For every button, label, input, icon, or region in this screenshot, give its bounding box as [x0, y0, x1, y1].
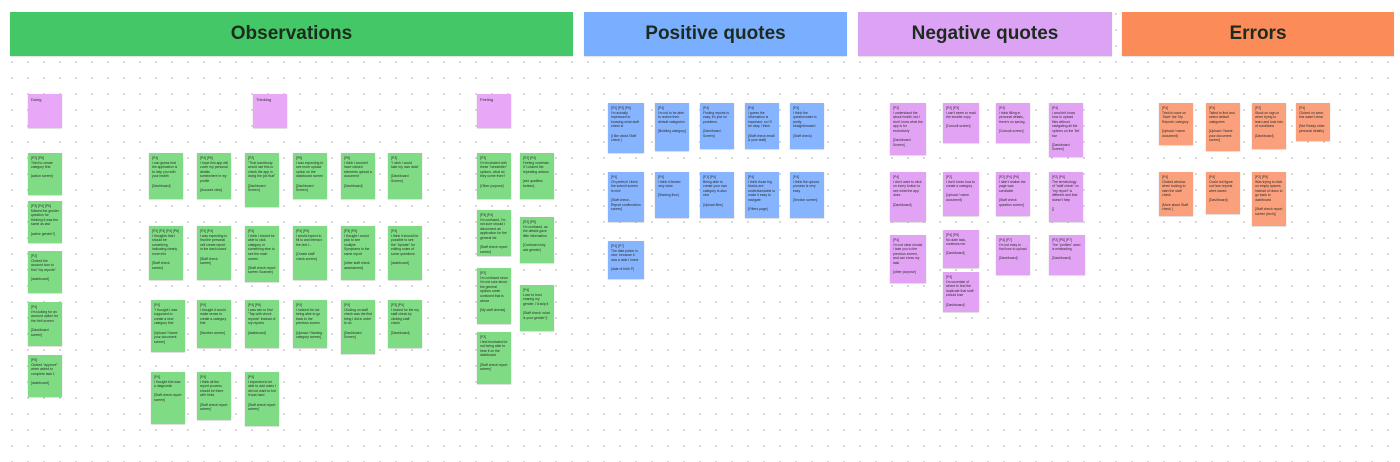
sticky-note-negative-quote[interactable]: [P2] I understand the about health, but … [890, 103, 926, 155]
sticky-note-thinking[interactable]: [P4] [P5] I would expect to fill to and … [293, 226, 327, 280]
sticky-note-negative-quote[interactable]: [P2] [P4] The terminology of "staff chec… [1049, 172, 1083, 222]
label-doing[interactable]: Doing [28, 94, 62, 128]
sticky-note-thinking[interactable]: [P3] "I wish I could take my own data" [… [388, 153, 422, 199]
sticky-note-positive-quote[interactable]: [P4] I think the upload process is very … [790, 172, 824, 218]
sticky-note-thinking[interactable]: [P3] [P5] I thought I would pick to see … [341, 226, 375, 280]
sticky-note-feeling[interactable]: [P2] [P4] Feeling uncertain if I clicked… [520, 153, 554, 199]
sticky-note-doing[interactable]: [P2] [P6] Tried to create category first… [28, 153, 62, 195]
sticky-note-error[interactable]: [P2] Stuck on sign-in when trying to lea… [1252, 103, 1286, 149]
sticky-note-error[interactable]: [P4] Tried to save on 'Save' the 'My Rep… [1159, 103, 1193, 145]
header-errors[interactable]: Errors [1122, 12, 1394, 56]
sticky-note-negative-quote[interactable]: [P4] [P5] No date task, confuses me [Das… [943, 230, 979, 268]
sticky-note-positive-quote[interactable]: [P4] Finding reports is easy, it's just … [700, 103, 734, 149]
sticky-note-feeling[interactable]: [P2] I'm confused since I'm not sure abo… [477, 268, 511, 324]
sticky-note-thinking[interactable]: [P4] I thought it would make sense to cr… [197, 300, 231, 348]
sticky-note-thinking[interactable]: [P2] [P4] I was expecting to find the pe… [197, 226, 231, 280]
sticky-note-doing[interactable]: [P2] Clicked the account icon to find "m… [28, 251, 62, 293]
sticky-note-error[interactable]: [P4] Tailed to find and select default c… [1206, 103, 1240, 151]
sticky-note-positive-quote[interactable]: [P4] I guess the information is importan… [745, 103, 779, 149]
sticky-note-thinking[interactable]: [P4] I thought this was a diagnostic [St… [151, 372, 185, 424]
sticky-note-feeling[interactable]: [P2] I feel frustrated for not being abl… [477, 332, 511, 384]
sticky-note-thinking[interactable]: [P2] [P3] [P4] [P6] I thoughts that I sh… [149, 226, 183, 280]
sticky-note-negative-quote[interactable]: [P2] [P3] I can't seem to read the small… [943, 103, 979, 143]
sticky-note-doing[interactable]: [P3] [P4] [P6] Missed the gender questio… [28, 201, 62, 243]
sticky-note-thinking[interactable]: [P4] I think all the report process shou… [197, 372, 231, 420]
label-thinking[interactable]: Thinking [253, 94, 287, 128]
sticky-note-thinking[interactable]: [P4] [P6] I hope this app will cover my … [197, 153, 231, 199]
sticky-note-positive-quote[interactable]: [P4] I'm not to be able to review their … [655, 103, 689, 151]
sticky-note-thinking[interactable]: [P4] I expected to be able to add notes … [245, 372, 279, 426]
sticky-note-thinking[interactable]: [P5] I was expecting to see more upload … [293, 153, 327, 199]
sticky-note-doing[interactable]: [P5] Clicked "approve" when asked to com… [28, 355, 62, 397]
sticky-note-thinking[interactable]: [P4] "I thought I was supposed to create… [151, 300, 185, 352]
sticky-note-thinking[interactable]: [P2] "That somebody would use this to ch… [245, 153, 279, 207]
sticky-note-thinking[interactable]: [P4] I think I should be able to click c… [245, 226, 279, 282]
sticky-note-thinking[interactable]: [P6] I think I wouldn't have clicked ele… [341, 153, 375, 199]
sticky-note-negative-quote[interactable]: [P4] I don't want to click on every butt… [890, 172, 926, 222]
sticky-note-thinking[interactable]: [P4] I noticed for not being able to go … [293, 300, 327, 348]
sticky-note-positive-quote[interactable]: [P4] Oh perfect! I think the submit scre… [608, 172, 644, 222]
sticky-note-error[interactable]: [P4] Could not figure out how reports we… [1206, 172, 1240, 214]
sticky-note-negative-quote[interactable]: [P2] [P4] [P6] I didn't realise the page… [996, 172, 1030, 216]
sticky-note-positive-quote[interactable]: [P2] [P3] [P6] I'm actually impressed to… [608, 103, 644, 153]
sticky-note-positive-quote[interactable]: [P4] [P7] The date picker is nice, becau… [608, 241, 644, 279]
label-feeling[interactable]: Feeling [477, 94, 511, 128]
sticky-note-feeling[interactable]: [P4] Lose to trust sharing my gender, I'… [520, 285, 554, 331]
sticky-note-negative-quote[interactable]: [P4] I'm uncertain of where to find the … [943, 272, 979, 312]
sticky-note-negative-quote[interactable]: [P4] [P7] I'm not easy to find how to up… [996, 235, 1030, 275]
sticky-note-positive-quote[interactable]: [P1] [P4] Being able to create your own … [700, 172, 734, 218]
sticky-note-positive-quote[interactable]: [P4] I think those big blocks are unders… [745, 172, 779, 218]
sticky-note-negative-quote[interactable]: [P2] [P5] [P7] The "profiles" word is mi… [1049, 235, 1085, 275]
sticky-note-negative-quote[interactable]: [P2] I don't know how to create a catego… [943, 172, 979, 216]
header-negative-quotes[interactable]: Negative quotes [858, 12, 1112, 56]
sticky-note-feeling[interactable]: [P3] [P4] I'm confused, I'm not sure sho… [477, 210, 511, 256]
sticky-note-thinking[interactable]: [P4] [P6] I was see to find "Tap with ch… [245, 300, 279, 348]
sticky-note-error[interactable]: [P2] [P5] Was trying to click on empty s… [1252, 172, 1286, 226]
sticky-note-positive-quote[interactable]: [P4] I think the questionnaire is pretty… [790, 103, 824, 149]
header-positive-quotes[interactable]: Positive quotes [584, 12, 847, 56]
sticky-note-feeling[interactable]: [P2] [P5] I'm confused, as the details g… [520, 217, 554, 263]
sticky-note-thinking[interactable]: [P4] I can guess that the application is… [149, 153, 183, 199]
sticky-note-positive-quote[interactable]: [P4] I think it flowed very clear [Start… [655, 172, 689, 218]
sticky-note-negative-quote[interactable]: [P4] I wouldn't know how to upload files… [1049, 103, 1083, 157]
sticky-note-error[interactable]: [P4] Clicked window when looking to star… [1159, 172, 1193, 216]
sticky-note-thinking[interactable]: [P4] I think it should be possible to se… [388, 226, 422, 280]
sticky-note-thinking[interactable]: [P4] Clicking on staff check was the fir… [341, 300, 375, 354]
header-observations[interactable]: Observations [10, 12, 573, 56]
sticky-note-negative-quote[interactable]: [P4] I'm not clear should I take you to … [890, 235, 926, 283]
sticky-note-feeling[interactable]: [P3] I'm frustrated with these "newslett… [477, 153, 511, 199]
sticky-note-error[interactable]: [P4] Clicked on save, this wasn't clear … [1296, 103, 1330, 141]
sticky-note-negative-quote[interactable]: [P4] I think filling in personal details… [996, 103, 1030, 143]
sticky-note-doing[interactable]: [P4] I'm looking for an account option f… [28, 302, 62, 346]
sticky-note-thinking[interactable]: [P3] [P4] I looked for the my staff chec… [388, 300, 422, 348]
